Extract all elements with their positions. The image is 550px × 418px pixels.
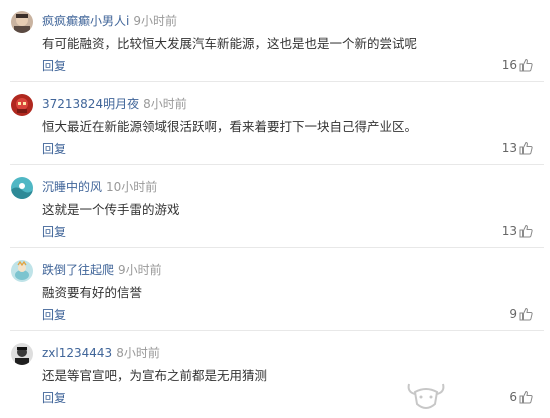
thumbs-up-icon bbox=[519, 307, 533, 321]
divider bbox=[10, 330, 544, 331]
username-link[interactable]: 疯疯癫癫小男人i bbox=[42, 14, 129, 28]
comment-item: zxl1234443 8小时前 还是等官宣吧，为宣布之前都是无用猜测 回复 6 bbox=[0, 332, 550, 414]
thumbs-up-icon bbox=[519, 390, 533, 404]
comment-item: 37213824明月夜 8小时前 恒大最近在新能源领域很活跃啊，看来着要打下一块自… bbox=[0, 83, 550, 165]
face-avatar-icon[interactable] bbox=[11, 11, 33, 33]
comment-item: 沉睡中的风 10小时前 这就是一个传手雷的游戏 回复 13 bbox=[0, 166, 550, 248]
comment-text: 还是等官宣吧，为宣布之前都是无用猜测 bbox=[42, 368, 268, 383]
thumbs-up-icon bbox=[519, 141, 533, 155]
person-avatar-icon[interactable] bbox=[11, 343, 33, 365]
like-count: 16 bbox=[501, 58, 517, 72]
thumbs-up-icon bbox=[519, 58, 533, 72]
timestamp: 9小时前 bbox=[133, 14, 177, 28]
timestamp: 9小时前 bbox=[118, 263, 162, 277]
like-count: 13 bbox=[501, 141, 517, 155]
comment-list: 疯疯癫癫小男人i 9小时前 有可能融资，比较恒大发展汽车新能源，这也是也是一个新的… bbox=[0, 0, 550, 417]
divider bbox=[10, 81, 544, 82]
timestamp: 8小时前 bbox=[116, 346, 160, 360]
like-button[interactable]: 9 bbox=[509, 306, 533, 322]
like-button[interactable]: 6 bbox=[509, 389, 533, 405]
bull-logo-watermark-icon bbox=[405, 378, 447, 414]
divider bbox=[10, 247, 544, 248]
comment-meta: 疯疯癫癫小男人i 9小时前 bbox=[42, 13, 177, 29]
reply-button[interactable]: 回复 bbox=[42, 224, 66, 240]
like-count: 6 bbox=[509, 390, 517, 404]
username-link[interactable]: 沉睡中的风 bbox=[42, 180, 102, 194]
username-link[interactable]: zxl1234443 bbox=[42, 346, 112, 360]
comment-text: 有可能融资，比较恒大发展汽车新能源，这也是也是一个新的尝试呢 bbox=[42, 36, 418, 51]
reply-button[interactable]: 回复 bbox=[42, 141, 66, 157]
reply-button[interactable]: 回复 bbox=[42, 307, 66, 323]
like-count: 13 bbox=[501, 224, 517, 238]
reply-button[interactable]: 回复 bbox=[42, 58, 66, 74]
timestamp: 10小时前 bbox=[106, 180, 158, 194]
thumbs-up-icon bbox=[519, 224, 533, 238]
username-link[interactable]: 37213824明月夜 bbox=[42, 97, 139, 111]
robot-avatar-icon[interactable] bbox=[11, 94, 33, 116]
like-button[interactable]: 16 bbox=[502, 57, 533, 73]
like-count: 9 bbox=[509, 307, 517, 321]
comment-item: 跌倒了往起爬 9小时前 融资要有好的信誉 回复 9 bbox=[0, 249, 550, 331]
like-button[interactable]: 13 bbox=[502, 140, 533, 156]
comment-text: 这就是一个传手雷的游戏 bbox=[42, 202, 180, 217]
comment-meta: zxl1234443 8小时前 bbox=[42, 345, 160, 361]
divider bbox=[10, 164, 544, 165]
comment-text: 恒大最近在新能源领域很活跃啊，看来着要打下一块自己得产业区。 bbox=[42, 119, 418, 134]
comment-meta: 37213824明月夜 8小时前 bbox=[42, 96, 187, 112]
reply-button[interactable]: 回复 bbox=[42, 390, 66, 406]
cartoon-avatar-icon[interactable] bbox=[11, 260, 33, 282]
comment-meta: 沉睡中的风 10小时前 bbox=[42, 179, 157, 195]
timestamp: 8小时前 bbox=[143, 97, 187, 111]
username-link[interactable]: 跌倒了往起爬 bbox=[42, 263, 114, 277]
wave-avatar-icon[interactable] bbox=[11, 177, 33, 199]
comment-item: 疯疯癫癫小男人i 9小时前 有可能融资，比较恒大发展汽车新能源，这也是也是一个新的… bbox=[0, 0, 550, 82]
comment-text: 融资要有好的信誉 bbox=[42, 285, 143, 300]
like-button[interactable]: 13 bbox=[502, 223, 533, 239]
comment-meta: 跌倒了往起爬 9小时前 bbox=[42, 262, 162, 278]
